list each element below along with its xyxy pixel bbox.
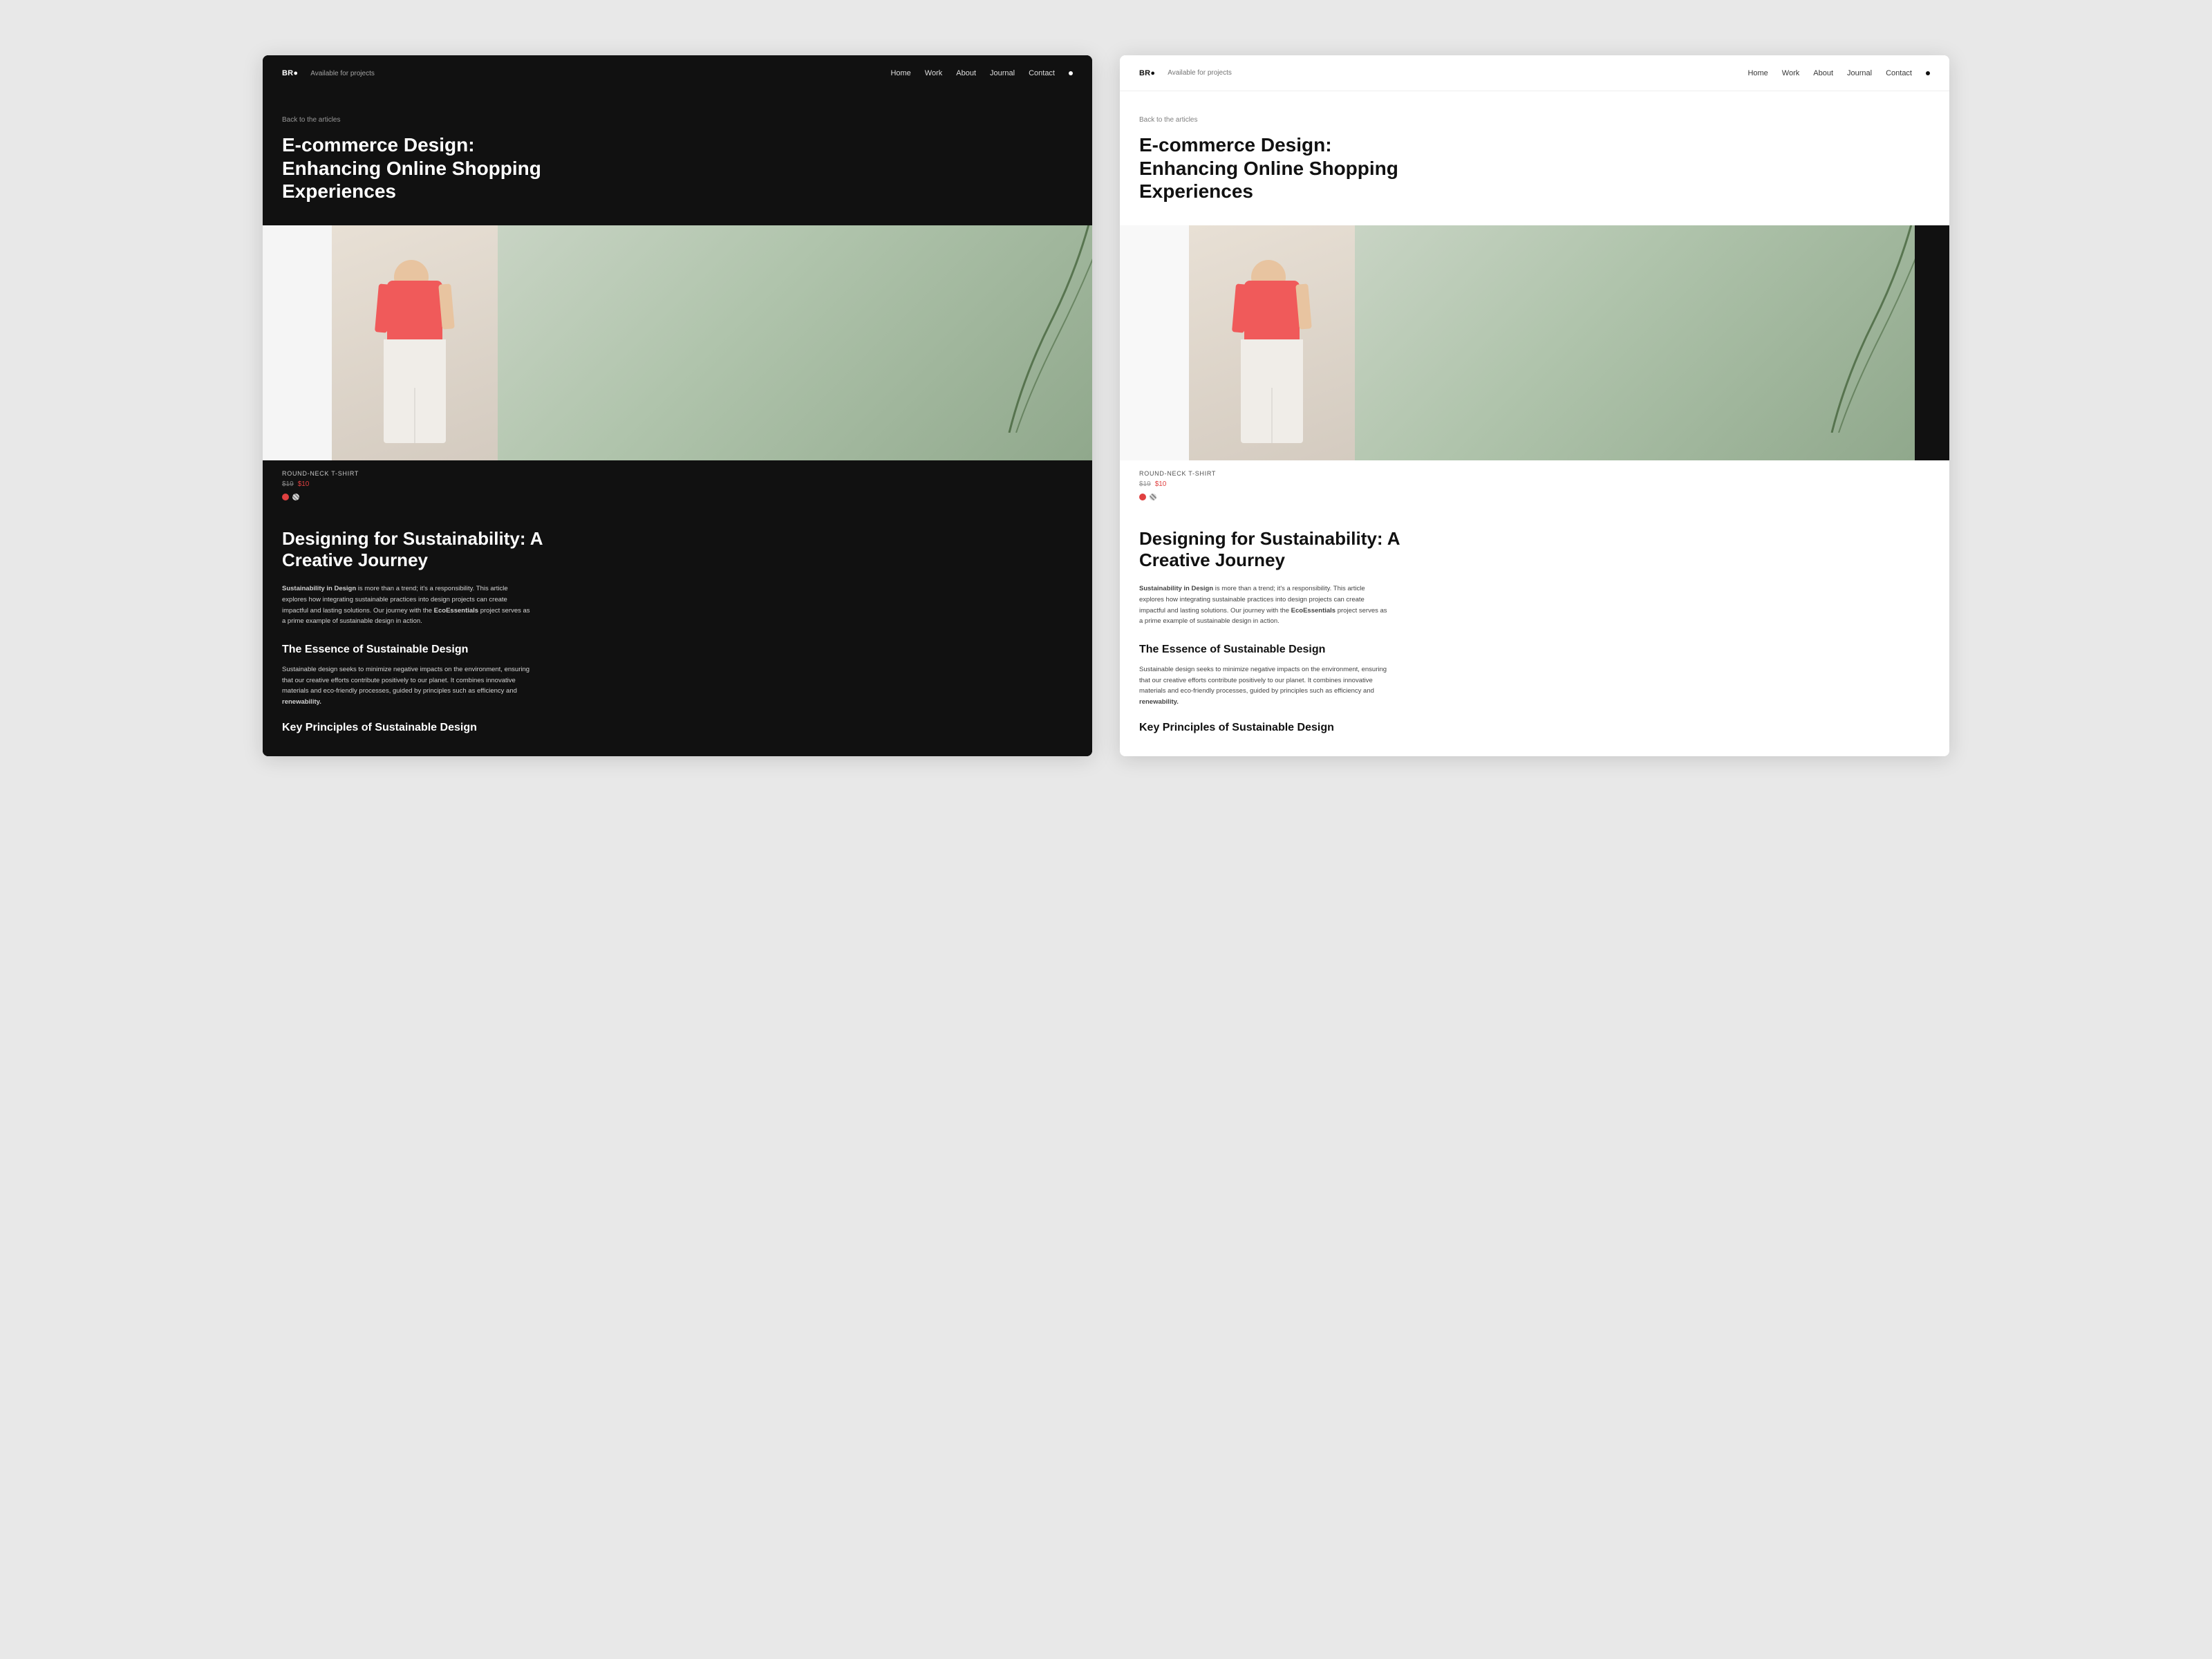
nav-work-light[interactable]: Work xyxy=(1782,69,1799,77)
nav-logo-dark: BR● xyxy=(282,69,298,77)
person-top-light xyxy=(1244,281,1300,343)
person-pants-light xyxy=(1241,339,1303,443)
article-main-title-dark: Designing for Sustainability: A Creative… xyxy=(282,528,545,571)
back-link-dark[interactable]: Back to the articles xyxy=(282,116,1073,124)
nav-contact-dark[interactable]: Contact xyxy=(1029,69,1055,77)
essence-title-light: The Essence of Sustainable Design xyxy=(1139,644,1388,656)
eco-bold-light: EcoEssentials xyxy=(1291,607,1335,615)
essence-bold-dark: renewability. xyxy=(282,698,321,706)
product-name-light: ROUND-NECK T-SHIRT xyxy=(1139,470,1930,477)
product-right-composite-light xyxy=(1355,225,1949,460)
article-body-dark: Sustainability in Design is more than a … xyxy=(282,583,531,627)
nav-work-dark[interactable]: Work xyxy=(925,69,942,77)
product-image-left-panel-light xyxy=(1120,225,1189,460)
product-image-main-light xyxy=(1189,225,1355,460)
browser-window-light: BR● Available for projects Home Work Abo… xyxy=(1120,55,1949,756)
plant-svg-dark xyxy=(968,225,1092,433)
nav-left-light: BR● Available for projects xyxy=(1139,69,1232,77)
nav-about-light[interactable]: About xyxy=(1813,69,1833,77)
product-card-dark: ROUND-NECK T-SHIRT $19 $10 xyxy=(263,460,1092,500)
key-title-light: Key Principles of Sustainable Design xyxy=(1139,722,1930,734)
hero-light: Back to the articles E-commerce Design: … xyxy=(1120,91,1949,225)
product-prices-dark: $19 $10 xyxy=(282,480,1073,488)
nav-home-dark[interactable]: Home xyxy=(890,69,910,77)
product-image-area-light xyxy=(1120,225,1355,460)
color-swatch-red-light[interactable] xyxy=(1139,494,1146,500)
product-showcase-light xyxy=(1120,225,1949,460)
nav-home-light[interactable]: Home xyxy=(1747,69,1768,77)
navbar-dark: BR● Available for projects Home Work Abo… xyxy=(263,55,1092,91)
product-colors-light xyxy=(1139,494,1930,500)
nav-left-dark: BR● Available for projects xyxy=(282,69,375,77)
nav-journal-dark[interactable]: Journal xyxy=(990,69,1015,77)
product-card-light: ROUND-NECK T-SHIRT $19 $10 xyxy=(1120,460,1949,500)
navbar-light: BR● Available for projects Home Work Abo… xyxy=(1120,55,1949,91)
person-pants-dark xyxy=(384,339,446,443)
person-figure-light xyxy=(1230,260,1313,460)
price-new-dark: $10 xyxy=(298,480,310,488)
product-image-main-dark xyxy=(332,225,498,460)
nav-available-light: Available for projects xyxy=(1168,69,1232,77)
nav-status-dot-dark xyxy=(1069,71,1073,75)
nav-links-dark: Home Work About Journal Contact xyxy=(890,69,1073,77)
essence-body-light: Sustainable design seeks to minimize neg… xyxy=(1139,664,1388,708)
article-section-light: Designing for Sustainability: A Creative… xyxy=(1120,500,1949,756)
article-section-dark: Designing for Sustainability: A Creative… xyxy=(263,500,1092,756)
article-title-dark: E-commerce Design: Enhancing Online Shop… xyxy=(282,133,572,203)
product-image-right-dark xyxy=(498,225,1092,460)
person-figure-dark xyxy=(373,260,456,460)
article-body-light: Sustainability in Design is more than a … xyxy=(1139,583,1388,627)
product-colors-dark xyxy=(282,494,1073,500)
eco-bold-dark: EcoEssentials xyxy=(434,607,478,615)
nav-journal-light[interactable]: Journal xyxy=(1847,69,1872,77)
pants-split-light xyxy=(1271,388,1273,443)
product-image-left-panel-dark xyxy=(263,225,332,460)
color-swatch-red-dark[interactable] xyxy=(282,494,289,500)
price-old-light: $19 xyxy=(1139,480,1151,488)
nav-contact-light[interactable]: Contact xyxy=(1886,69,1912,77)
pants-split-dark xyxy=(414,388,415,443)
nav-about-dark[interactable]: About xyxy=(956,69,976,77)
back-link-light[interactable]: Back to the articles xyxy=(1139,116,1930,124)
nav-links-light: Home Work About Journal Contact xyxy=(1747,69,1930,77)
price-old-dark: $19 xyxy=(282,480,294,488)
nav-available-dark: Available for projects xyxy=(310,70,375,77)
color-swatch-stripe-dark[interactable] xyxy=(292,494,299,500)
article-body-bold-dark: Sustainability in Design xyxy=(282,585,356,592)
essence-title-dark: The Essence of Sustainable Design xyxy=(282,644,531,656)
product-image-area-dark xyxy=(263,225,498,460)
nav-logo-light: BR● xyxy=(1139,69,1155,77)
color-swatch-stripe-light[interactable] xyxy=(1150,494,1156,500)
price-new-light: $10 xyxy=(1155,480,1167,488)
key-title-dark: Key Principles of Sustainable Design xyxy=(282,722,1073,734)
browser-window-dark: BR● Available for projects Home Work Abo… xyxy=(263,55,1092,756)
article-body-bold-light: Sustainability in Design xyxy=(1139,585,1213,592)
person-top-dark xyxy=(387,281,442,343)
article-title-light: E-commerce Design: Enhancing Online Shop… xyxy=(1139,133,1430,203)
nav-status-dot-light xyxy=(1926,71,1930,75)
product-name-dark: ROUND-NECK T-SHIRT xyxy=(282,470,1073,477)
product-image-green-light xyxy=(1355,225,1915,460)
product-image-black-strip-light xyxy=(1915,225,1949,460)
hero-dark: Back to the articles E-commerce Design: … xyxy=(263,91,1092,225)
plant-svg-light xyxy=(1790,225,1915,433)
essence-bold-light: renewability. xyxy=(1139,698,1179,706)
article-main-title-light: Designing for Sustainability: A Creative… xyxy=(1139,528,1402,571)
product-prices-light: $19 $10 xyxy=(1139,480,1930,488)
essence-body-dark: Sustainable design seeks to minimize neg… xyxy=(282,664,531,708)
product-showcase-dark xyxy=(263,225,1092,460)
